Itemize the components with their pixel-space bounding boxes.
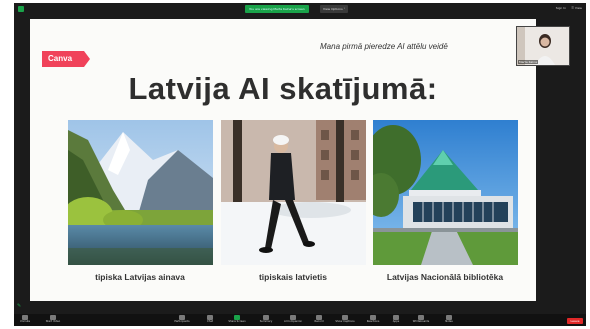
national-library-image — [373, 120, 518, 265]
landscape-image — [68, 120, 213, 265]
sign-in-link[interactable]: Sign In — [556, 6, 566, 10]
mute-button[interactable]: Unmute — [18, 315, 32, 323]
notes-button[interactable]: Notes — [442, 315, 456, 323]
record-button[interactable]: Record — [312, 315, 326, 323]
whiteboards-button[interactable]: Whiteboards — [410, 315, 432, 323]
slide-title: Latvija AI skatījumā: — [128, 71, 438, 106]
view-menu-button[interactable]: ☰ View — [571, 6, 582, 10]
apps-button[interactable]: Apps — [390, 315, 402, 323]
meeting-window: You are viewing Marta Kalna's screen Vie… — [14, 3, 586, 326]
participant-video-tile[interactable]: Marta Kalna — [516, 26, 570, 66]
reactions-button[interactable]: Reactions — [364, 315, 382, 323]
top-bar: You are viewing Marta Kalna's screen Vie… — [14, 3, 586, 15]
screen-share-indicator[interactable]: You are viewing Marta Kalna's screen — [245, 5, 309, 13]
meeting-toolbar: Unmute Start Video Participants Chat Sha… — [14, 314, 586, 326]
caption-library: Latvijas Nacionālā bibliotēka — [386, 272, 504, 282]
walking-man-image — [221, 120, 366, 265]
share-screen-button[interactable]: Share Screen — [226, 315, 248, 323]
view-options-button[interactable]: View Options ˅ — [320, 5, 349, 13]
ai-companion-button[interactable]: AI Companion — [282, 315, 304, 323]
annotation-pen-icon[interactable]: ✎ — [17, 303, 23, 309]
shared-slide: Canva Mana pirmā pieredze AI attēlu veid… — [30, 19, 536, 301]
security-shield-icon[interactable] — [18, 6, 24, 12]
canva-badge: Canva — [42, 51, 90, 67]
captions-button[interactable]: Show Captions — [334, 315, 356, 323]
participant-name: Marta Kalna — [518, 60, 538, 64]
chat-button[interactable]: Chat — [204, 315, 216, 323]
caption-man: tipiskais latvietis — [258, 272, 328, 282]
caption-landscape: tipiska Latvijas ainava — [95, 272, 185, 282]
participants-button[interactable]: Participants — [172, 315, 192, 323]
summary-button[interactable]: Summary — [258, 315, 274, 323]
slide-subtitle: Mana pirmā pieredze AI attēlu veidē — [320, 42, 448, 51]
video-button[interactable]: Start Video — [44, 315, 62, 323]
leave-button[interactable]: Leave — [567, 318, 583, 324]
